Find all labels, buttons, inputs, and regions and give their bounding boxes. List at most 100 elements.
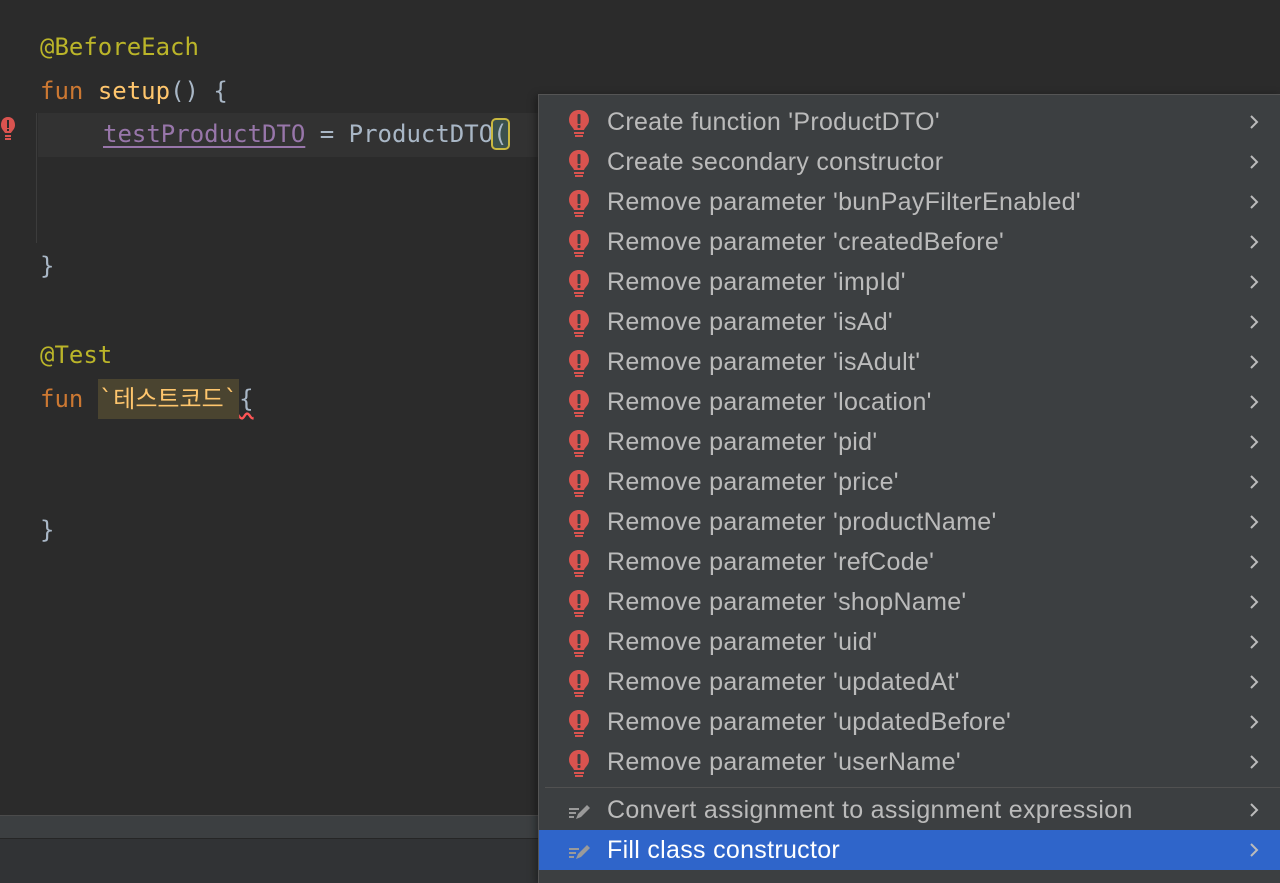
intention-item-label: Remove parameter 'bunPayFilterEnabled' <box>607 188 1081 216</box>
chevron-right-icon[interactable] <box>1247 714 1261 730</box>
chevron-right-icon[interactable] <box>1247 514 1261 530</box>
intention-actions-popup: Create function 'ProductDTO' Create secon… <box>538 94 1280 883</box>
intention-item[interactable]: Remove parameter 'updatedBefore' <box>539 702 1280 742</box>
intention-item-label: Remove parameter 'userName' <box>607 748 961 776</box>
indent-guide <box>36 113 37 243</box>
code-line: @BeforeEach <box>40 32 199 62</box>
keyword: fun <box>40 77 84 105</box>
intention-item-label: Remove parameter 'price' <box>607 468 899 496</box>
intention-item-label: Remove parameter 'uid' <box>607 628 878 656</box>
intention-item[interactable]: Remove parameter 'location' <box>539 382 1280 422</box>
error-bulb-icon <box>567 109 591 137</box>
error-bulb-icon <box>567 149 591 177</box>
intention-item[interactable]: Remove parameter 'updatedAt' <box>539 662 1280 702</box>
chevron-right-icon[interactable] <box>1247 154 1261 170</box>
keyword: fun <box>40 385 84 413</box>
error-bulb-icon <box>567 349 591 377</box>
intention-item[interactable]: Remove parameter 'shopName' <box>539 582 1280 622</box>
intention-item[interactable]: Remove parameter 'userName' <box>539 742 1280 782</box>
intention-item-label: Create function 'ProductDTO' <box>607 108 940 136</box>
code-text: () { <box>170 77 228 105</box>
intention-item-label: Remove parameter 'impId' <box>607 268 906 296</box>
chevron-right-icon[interactable] <box>1247 274 1261 290</box>
intention-item-label: Convert assignment to assignment express… <box>607 796 1133 824</box>
chevron-right-icon[interactable] <box>1247 434 1261 450</box>
chevron-right-icon[interactable] <box>1247 754 1261 770</box>
chevron-right-icon[interactable] <box>1247 234 1261 250</box>
intention-item[interactable]: Create secondary constructor <box>539 142 1280 182</box>
chevron-right-icon[interactable] <box>1247 474 1261 490</box>
intention-item-label: Remove parameter 'shopName' <box>607 588 967 616</box>
error-bulb-icon <box>567 749 591 777</box>
intention-item-label: Remove parameter 'refCode' <box>607 548 935 576</box>
error-bulb-icon <box>567 709 591 737</box>
error-brace: { <box>239 385 254 413</box>
error-bulb-icon <box>567 429 591 457</box>
annotation: @Test <box>40 341 113 369</box>
chevron-right-icon[interactable] <box>1247 114 1261 130</box>
intention-item-label: Remove parameter 'updatedBefore' <box>607 708 1012 736</box>
intention-item-label: Remove parameter 'updatedAt' <box>607 668 960 696</box>
chevron-right-icon[interactable] <box>1247 674 1261 690</box>
error-bulb-icon <box>567 509 591 537</box>
error-bulb-icon <box>567 229 591 257</box>
intention-item[interactable]: Remove parameter 'refCode' <box>539 542 1280 582</box>
intention-item-label: Remove parameter 'createdBefore' <box>607 228 1005 256</box>
intention-item[interactable]: Fill class constructor <box>539 830 1280 870</box>
intention-item[interactable]: Remove parameter 'productName' <box>539 502 1280 542</box>
code-text: = <box>305 120 349 148</box>
intention-item[interactable]: Remove parameter 'createdBefore' <box>539 222 1280 262</box>
intention-item-label: Remove parameter 'isAd' <box>607 308 894 336</box>
code-line: testProductDTO = ProductDTO( <box>103 118 510 150</box>
chevron-right-icon[interactable] <box>1247 394 1261 410</box>
pencil-intention-icon <box>567 797 591 825</box>
intention-item-label: Remove parameter 'location' <box>607 388 932 416</box>
code-line: } <box>40 515 54 545</box>
backtick-function-name[interactable]: `테스트코드` <box>97 379 240 419</box>
matched-paren: ( <box>491 118 510 150</box>
separator <box>545 787 1280 788</box>
annotation: @BeforeEach <box>40 33 199 61</box>
intention-item[interactable]: Remove parameter 'impId' <box>539 262 1280 302</box>
error-bulb-icon <box>567 549 591 577</box>
function-name: setup <box>97 77 171 105</box>
chevron-right-icon[interactable] <box>1247 554 1261 570</box>
chevron-right-icon[interactable] <box>1247 634 1261 650</box>
intention-item[interactable]: Remove parameter 'bunPayFilterEnabled' <box>539 182 1280 222</box>
pencil-intention-icon <box>567 837 591 865</box>
error-bulb-icon <box>567 309 591 337</box>
intention-item[interactable]: Convert assignment to assignment express… <box>539 790 1280 830</box>
error-bulb-icon <box>567 669 591 697</box>
closing-brace: } <box>40 516 55 544</box>
intention-item[interactable]: Remove parameter 'pid' <box>539 422 1280 462</box>
intention-item-label: Remove parameter 'pid' <box>607 428 878 456</box>
code-line: fun setup() { <box>40 76 228 106</box>
intention-item-label: Fill class constructor <box>607 836 841 864</box>
closing-brace: } <box>40 252 55 280</box>
intention-item[interactable]: Remove parameter 'isAdult' <box>539 342 1280 382</box>
error-bulb-icon <box>567 189 591 217</box>
intention-item[interactable]: Remove parameter 'isAd' <box>539 302 1280 342</box>
error-bulb-icon <box>567 469 591 497</box>
gutter-error-icon[interactable] <box>0 116 16 142</box>
chevron-right-icon[interactable] <box>1247 594 1261 610</box>
code-line: fun `테스트코드`{ <box>40 379 254 419</box>
intention-item[interactable]: Remove parameter 'uid' <box>539 622 1280 662</box>
intention-item[interactable]: Create function 'ProductDTO' <box>539 102 1280 142</box>
property-reference[interactable]: testProductDTO <box>103 120 305 148</box>
chevron-right-icon[interactable] <box>1247 354 1261 370</box>
error-bulb-icon <box>567 269 591 297</box>
intention-item[interactable]: Remove parameter 'price' <box>539 462 1280 502</box>
intention-item-label: Create secondary constructor <box>607 148 944 176</box>
intention-item-label: Remove parameter 'productName' <box>607 508 997 536</box>
chevron-right-icon[interactable] <box>1247 842 1261 858</box>
error-bulb-icon <box>567 629 591 657</box>
code-line: @Test <box>40 340 112 370</box>
chevron-right-icon[interactable] <box>1247 314 1261 330</box>
chevron-right-icon[interactable] <box>1247 802 1261 818</box>
error-bulb-icon <box>567 389 591 417</box>
constructor-call[interactable]: ProductDTO <box>349 120 494 148</box>
code-line: } <box>40 251 54 281</box>
chevron-right-icon[interactable] <box>1247 194 1261 210</box>
intention-item-label: Remove parameter 'isAdult' <box>607 348 921 376</box>
